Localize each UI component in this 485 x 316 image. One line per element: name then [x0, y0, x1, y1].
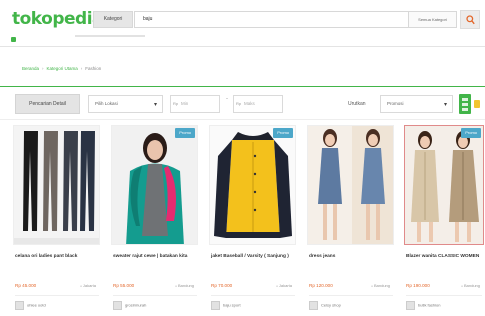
product-image[interactable]: [307, 125, 394, 245]
product-price: Rp 190.000: [406, 283, 430, 288]
breadcrumb-category[interactable]: Kategori Utama: [47, 66, 78, 71]
price-max-placeholder: Maks: [244, 101, 255, 106]
search-category-select[interactable]: Semua Kategori: [409, 11, 457, 28]
breadcrumb-separator: ›: [42, 66, 44, 71]
card-divider: [113, 295, 197, 296]
shop-icon: [406, 301, 415, 310]
breadcrumb-home[interactable]: Beranda: [22, 66, 39, 71]
product-card[interactable]: Promo jaket Baseball / Varsity ( Sanjung…: [209, 125, 296, 315]
header-sublinks: [75, 35, 145, 37]
chevron-down-icon: ▾: [153, 102, 157, 108]
shop-link[interactable]: grosirmurah: [113, 301, 146, 310]
header-divider: [0, 46, 485, 47]
price-min-input[interactable]: Rp Min: [170, 95, 220, 113]
product-image[interactable]: Promo: [209, 125, 296, 245]
chevron-down-icon: ▾: [443, 102, 447, 108]
shop-name: ohlee ootd: [27, 302, 46, 308]
shop-link[interactable]: ohlee ootd: [15, 301, 46, 310]
sort-select-value: Promosi: [387, 101, 404, 106]
promo-badge: Promo: [461, 128, 481, 138]
location-select[interactable]: Pilih Lokasi ▾: [88, 95, 163, 113]
grid-view-bar: [462, 98, 468, 101]
tokopedia-logo[interactable]: tokopedia: [12, 9, 104, 29]
sort-select[interactable]: Promosi ▾: [380, 95, 453, 113]
product-location: Jakarta: [80, 283, 96, 288]
shop-icon: [309, 301, 318, 310]
promo-badge: Promo: [175, 128, 195, 138]
header: tokopedia Kategori baju Semua Kategori: [0, 0, 485, 42]
product-price: Rp 55.000: [113, 283, 135, 288]
shop-icon: [113, 301, 122, 310]
shop-name: butik fashion: [418, 302, 441, 308]
location-select-value: Pilih Lokasi: [95, 101, 118, 106]
product-name[interactable]: sweater rajut cewe | batakan kita: [113, 253, 197, 260]
product-location: Bandung: [175, 283, 194, 288]
shop-name: Celsy shop: [321, 302, 341, 308]
kategori-button[interactable]: Kategori: [93, 11, 133, 28]
card-divider: [15, 295, 99, 296]
product-card[interactable]: Promo Blazer wanita CLASSIC WOMEN Rp 190…: [404, 125, 484, 315]
product-image[interactable]: [13, 125, 100, 245]
shop-name: grosirmurah: [125, 302, 147, 308]
breadcrumb-separator: ›: [80, 66, 83, 71]
product-price: Rp 45.000: [15, 283, 37, 288]
product-card[interactable]: Promo sweater rajut cewe | batakan kita …: [111, 125, 198, 315]
card-divider: [406, 295, 482, 296]
price-max-prefix: Rp: [236, 101, 242, 106]
product-name[interactable]: dress jeans: [309, 253, 393, 260]
dress-photo: [308, 126, 393, 244]
price-min-placeholder: Min: [181, 101, 189, 106]
sort-label: Urutkan: [348, 101, 366, 107]
sweater-photo: [112, 126, 197, 244]
list-view-icon[interactable]: [474, 100, 480, 108]
grid-view-bar: [462, 103, 468, 106]
shop-icon: [15, 301, 24, 310]
shop-link[interactable]: Celsy shop: [309, 301, 341, 310]
search-button[interactable]: [460, 10, 480, 29]
jacket-photo: [210, 126, 295, 244]
product-image[interactable]: Promo: [111, 125, 198, 245]
product-location: Jakarta: [276, 283, 292, 288]
logo-underline: [11, 37, 16, 42]
magnifier-icon: [466, 15, 475, 25]
product-price: Rp 70.000: [211, 283, 233, 288]
pants-photo: [14, 126, 99, 244]
price-max-input[interactable]: Rp Maks: [233, 95, 283, 113]
breadcrumb-current: Fashion: [85, 66, 102, 71]
breadcrumb: Beranda › Kategori Utama › Fashion: [22, 66, 101, 71]
product-name[interactable]: celana ori ladies pant black: [15, 253, 99, 260]
blazer-photo: [405, 126, 483, 244]
product-card[interactable]: celana ori ladies pant black Rp 45.000 J…: [13, 125, 100, 315]
product-card[interactable]: dress jeans Rp 120.000 Bandung Celsy sho…: [307, 125, 394, 315]
product-location: Bandung: [461, 283, 480, 288]
product-name[interactable]: Blazer wanita CLASSIC WOMEN: [406, 253, 482, 260]
product-image[interactable]: Promo: [404, 125, 484, 245]
grid-view-icon[interactable]: [459, 94, 471, 114]
card-divider: [211, 295, 295, 296]
product-price: Rp 120.000: [309, 283, 333, 288]
shop-icon: [211, 301, 220, 310]
search-input[interactable]: baju: [134, 11, 409, 28]
shop-link[interactable]: butik fashion: [406, 301, 440, 310]
grid-view-bar: [462, 108, 468, 111]
detail-search-button[interactable]: Pencarian Detail: [15, 94, 80, 114]
card-divider: [309, 295, 393, 296]
price-min-prefix: Rp: [173, 101, 179, 106]
product-name[interactable]: jaket Baseball / Varsity ( Sanjung ): [211, 253, 295, 260]
shop-link[interactable]: baju sport: [211, 301, 241, 310]
price-separator: -: [226, 96, 228, 102]
product-location: Bandung: [371, 283, 390, 288]
shop-name: baju sport: [223, 302, 241, 308]
promo-badge: Promo: [273, 128, 293, 138]
